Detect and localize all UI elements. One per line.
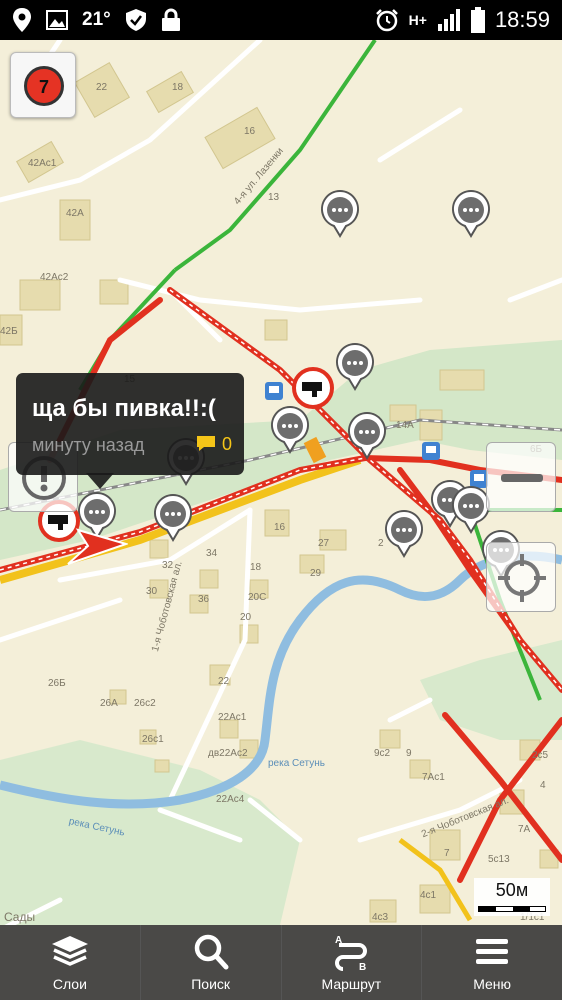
- house-number: 2с5: [532, 750, 549, 761]
- bottom-nav: Слои Поиск A B Маршрут Меню: [0, 925, 562, 1000]
- clock: 18:59: [494, 7, 550, 32]
- house-number: 4: [540, 780, 546, 791]
- network-type: H+: [408, 12, 427, 28]
- popup-time: минуту назад: [32, 435, 145, 455]
- speed-camera-icon[interactable]: [292, 367, 334, 409]
- traffic-level: 7: [38, 77, 49, 97]
- house-number: 18: [250, 562, 262, 573]
- zoom-out-button[interactable]: [486, 442, 556, 512]
- talk-marker[interactable]: [335, 343, 375, 391]
- shield-icon: [125, 9, 146, 31]
- house-number: 42Б: [0, 326, 18, 337]
- house-number: 36: [198, 594, 210, 605]
- house-number: 9: [406, 748, 412, 759]
- battery-icon: [470, 7, 485, 33]
- house-number: 9с2: [374, 748, 391, 759]
- house-number: 22: [96, 82, 108, 93]
- talk-marker[interactable]: [347, 412, 387, 460]
- svg-text:B: B: [359, 962, 366, 971]
- house-number: 42Ас1: [28, 158, 57, 169]
- layers-icon: [51, 936, 88, 966]
- image-icon: [46, 10, 68, 30]
- house-number: 7Ас1: [422, 772, 445, 783]
- house-number: 16: [274, 522, 286, 533]
- talk-popup[interactable]: ща бы пивка!!:( минуту назад 0: [16, 373, 244, 489]
- house-number: 4с3: [372, 912, 389, 923]
- comment-icon: [197, 436, 215, 451]
- popup-message: ща бы пивка!!:(: [32, 395, 216, 422]
- nav-search[interactable]: Поиск: [141, 925, 282, 1000]
- house-number: 20: [240, 612, 252, 623]
- nav-menu-label: Меню: [473, 976, 512, 992]
- talk-marker[interactable]: [451, 486, 491, 534]
- minus-icon: [501, 474, 543, 482]
- nav-layers-label: Слои: [52, 976, 87, 992]
- map-scale: 50м: [474, 878, 550, 916]
- nav-route-label: Маршрут: [321, 976, 382, 992]
- house-number: 26с1: [142, 734, 164, 745]
- search-icon: [194, 934, 229, 970]
- nav-search-label: Поиск: [191, 976, 231, 992]
- house-number: 4с1: [420, 890, 437, 901]
- house-number: 22: [218, 676, 230, 687]
- nav-route[interactable]: A B Маршрут: [282, 925, 423, 1000]
- talk-marker[interactable]: [384, 510, 424, 558]
- house-number: 34: [206, 548, 218, 559]
- talk-marker[interactable]: [320, 190, 360, 238]
- status-bar: 21° H+ 18:59: [0, 0, 562, 40]
- app-screen: 21° H+ 18:59 22 18 16 13 42Ас1 42А 42Ас2…: [0, 0, 562, 1000]
- house-number: 22Ас4: [216, 794, 245, 805]
- house-number: 42Ас2: [40, 272, 69, 283]
- house-number: 2: [378, 538, 384, 549]
- talk-marker[interactable]: [451, 190, 491, 238]
- house-number: 26с2: [134, 698, 156, 709]
- map-base: [0, 40, 562, 925]
- house-number: 22Ас1: [218, 712, 247, 723]
- house-number: 30: [146, 586, 158, 597]
- comment-count: 0: [222, 434, 233, 454]
- signal-icon: [437, 9, 460, 31]
- scale-label: 50м: [495, 880, 529, 900]
- nav-layers[interactable]: Слои: [0, 925, 141, 1000]
- nav-menu[interactable]: Меню: [422, 925, 562, 1000]
- house-number: 5с13: [488, 854, 510, 865]
- route-icon: A B: [335, 935, 368, 971]
- svg-text:A: A: [335, 935, 342, 946]
- talk-marker[interactable]: [153, 494, 193, 542]
- house-number: дв22Ас2: [208, 748, 248, 759]
- location-icon: [13, 8, 31, 32]
- house-number: 27: [318, 538, 330, 549]
- alarm-icon: [375, 9, 398, 32]
- river-name: река Сетунь: [268, 758, 325, 769]
- scale-bar: [478, 906, 546, 912]
- traffic-button[interactable]: 7: [10, 52, 76, 118]
- house-number: 29: [310, 568, 322, 579]
- house-number: 26А: [100, 698, 118, 709]
- house-number: 13: [268, 192, 280, 203]
- house-number: 42А: [66, 208, 84, 219]
- temperature: 21°: [82, 9, 111, 30]
- house-number: 18: [172, 82, 184, 93]
- house-number: 26Б: [48, 678, 66, 689]
- house-number: 7А: [518, 824, 531, 835]
- lock-icon: [161, 8, 180, 31]
- menu-icon: [476, 939, 509, 964]
- area-name: Сады: [4, 910, 36, 924]
- house-number: 20С: [248, 592, 267, 603]
- house-number: 14А: [396, 420, 414, 431]
- talk-marker[interactable]: [270, 406, 310, 454]
- map-view[interactable]: 22 18 16 13 42Ас1 42А 42Ас2 42Б 15 14А 6…: [0, 40, 562, 925]
- popup-tail: [86, 473, 114, 489]
- house-number: 16: [244, 126, 256, 137]
- current-position-arrow-icon: [67, 528, 128, 565]
- house-number: 7: [444, 848, 450, 859]
- crosshair-icon: [498, 554, 546, 602]
- locate-button[interactable]: [486, 542, 556, 612]
